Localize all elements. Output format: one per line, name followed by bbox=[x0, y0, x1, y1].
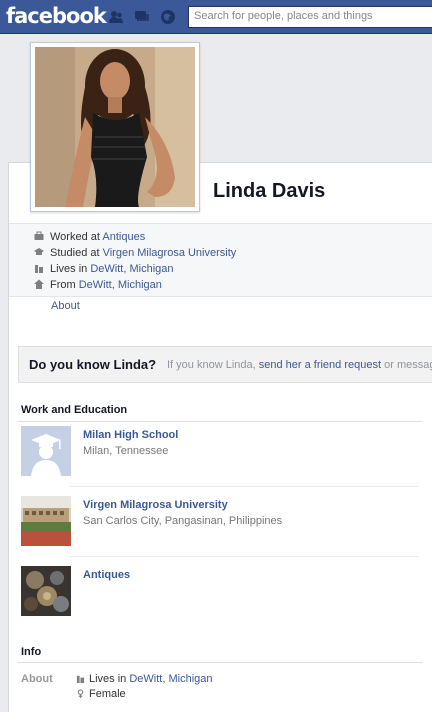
top-navigation-bar: facebook Search for people, places and t… bbox=[0, 0, 432, 34]
send-friend-request-link[interactable]: send her a friend request bbox=[259, 359, 381, 371]
antiques-photo[interactable] bbox=[21, 566, 71, 616]
know-prompt-title: Do you know Linda? bbox=[29, 357, 157, 372]
entry-subtitle-university: San Carlos City, Pangasinan, Philippines bbox=[83, 515, 283, 527]
entry-subtitle-school: Milan, Tennessee bbox=[83, 445, 169, 457]
facebook-logo[interactable]: facebook bbox=[6, 4, 107, 28]
profile-facts: Worked at Antiques Studied at Virgen Mil… bbox=[34, 229, 236, 293]
profile-name[interactable]: Linda Davis bbox=[213, 180, 325, 203]
info-lives-link[interactable]: DeWitt, Michigan bbox=[129, 673, 212, 685]
school-silhouette-icon[interactable] bbox=[21, 426, 71, 476]
info-title: Info bbox=[21, 646, 42, 658]
fact-work-prefix: Worked at bbox=[50, 231, 103, 243]
info-lives-prefix: Lives in bbox=[89, 673, 130, 685]
fact-education-prefix: Studied at bbox=[50, 247, 103, 259]
info-gender-value: Female bbox=[89, 688, 126, 700]
entry-divider bbox=[70, 556, 418, 557]
messages-icon[interactable] bbox=[134, 9, 150, 25]
university-photo[interactable] bbox=[21, 496, 71, 546]
fact-education: Studied at Virgen Milagrosa University bbox=[34, 245, 236, 261]
fact-lives-prefix: Lives in bbox=[50, 263, 91, 275]
fact-from-prefix: From bbox=[50, 279, 79, 291]
know-text-before: If you know Linda, bbox=[167, 359, 259, 371]
notifications-icon[interactable] bbox=[160, 9, 176, 25]
fact-work: Worked at Antiques bbox=[34, 229, 236, 245]
entry-title-school[interactable]: Milan High School bbox=[83, 429, 178, 441]
add-friend-prompt: Do you know Linda? If you know Linda, se… bbox=[18, 346, 432, 383]
work-education-title: Work and Education bbox=[21, 404, 128, 416]
graduation-cap-icon bbox=[34, 246, 44, 256]
know-prompt-text: If you know Linda, send her a friend req… bbox=[167, 359, 432, 371]
entry-title-university[interactable]: Virgen Milagrosa University bbox=[83, 499, 228, 511]
city-icon bbox=[76, 674, 85, 683]
briefcase-icon bbox=[34, 230, 44, 240]
section-divider bbox=[18, 662, 422, 663]
info-about-label: About bbox=[21, 673, 53, 685]
fact-lives-link[interactable]: DeWitt, Michigan bbox=[90, 263, 173, 275]
profile-photo bbox=[35, 47, 195, 207]
fact-lives-in: Lives in DeWitt, Michigan bbox=[34, 261, 236, 277]
fact-from: From DeWitt, Michigan bbox=[34, 277, 236, 293]
city-icon bbox=[34, 262, 44, 273]
friend-requests-icon[interactable] bbox=[108, 9, 124, 25]
profile-picture[interactable] bbox=[30, 42, 200, 212]
home-icon bbox=[34, 278, 44, 289]
fact-work-link[interactable]: Antiques bbox=[102, 231, 145, 243]
search-input[interactable]: Search for people, places and things bbox=[188, 6, 432, 28]
fact-from-link[interactable]: DeWitt, Michigan bbox=[79, 279, 162, 291]
section-divider bbox=[18, 421, 422, 422]
info-gender: Female bbox=[76, 688, 126, 700]
info-lives-in: Lives in DeWitt, Michigan bbox=[76, 673, 213, 685]
female-icon bbox=[76, 689, 85, 698]
entry-divider bbox=[70, 486, 418, 487]
tab-about[interactable]: About bbox=[51, 300, 80, 312]
know-text-after: or messag bbox=[381, 359, 432, 371]
entry-title-antiques[interactable]: Antiques bbox=[83, 569, 130, 581]
fact-education-link[interactable]: Virgen Milagrosa University bbox=[103, 247, 237, 259]
